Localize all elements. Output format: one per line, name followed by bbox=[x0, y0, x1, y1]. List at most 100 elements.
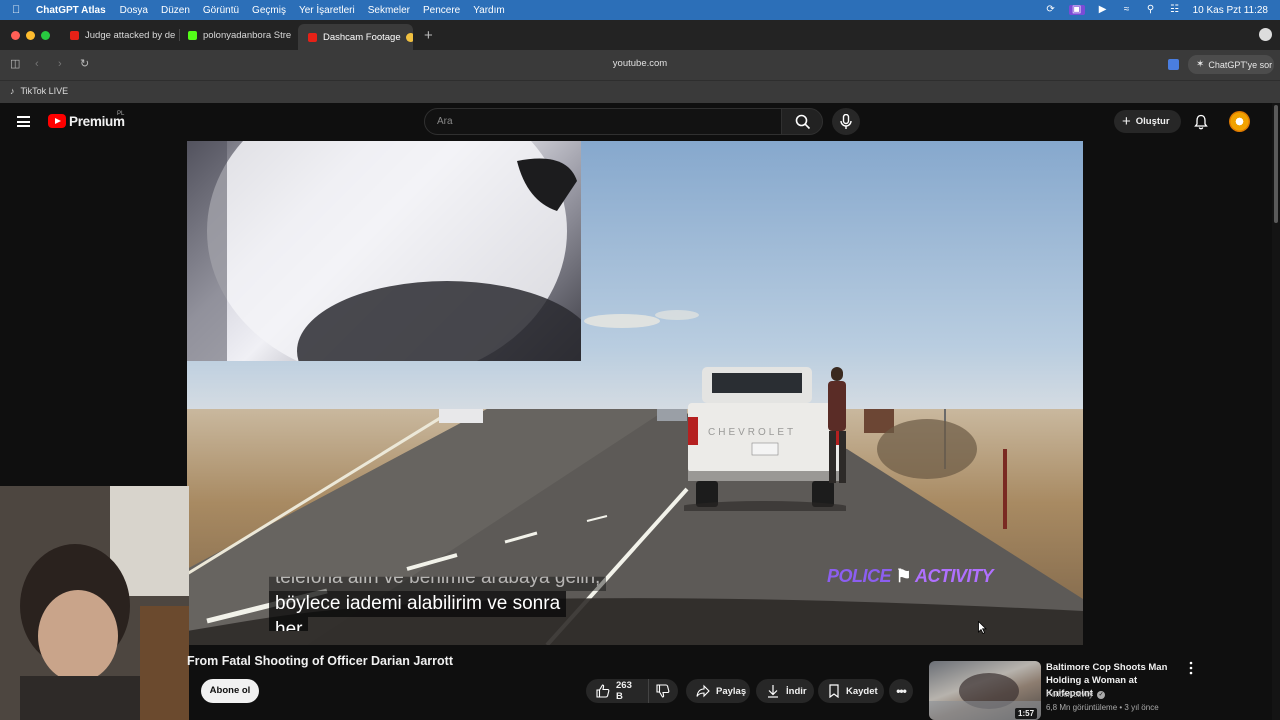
bodycam-frame bbox=[187, 141, 581, 361]
more-actions-button[interactable]: ••• bbox=[889, 679, 913, 703]
picture-in-picture-bodycam bbox=[187, 141, 581, 361]
video-subtitles: telefona alın ve benimle arabaya gelin, … bbox=[269, 565, 607, 631]
truck-brand-text: CHEVROLET bbox=[708, 427, 796, 438]
tiktok-icon: ♪ bbox=[10, 86, 15, 96]
menu-clock[interactable]: 10 Kas Pzt 11:28 bbox=[1193, 5, 1268, 16]
thumbs-down-icon bbox=[656, 684, 670, 698]
download-icon bbox=[768, 685, 778, 698]
menu-item-edit[interactable]: Düzen bbox=[161, 5, 190, 16]
tab-label: Judge attacked by de bbox=[85, 29, 176, 41]
save-button[interactable]: Kaydet bbox=[818, 679, 884, 703]
menu-item-help[interactable]: Yardım bbox=[473, 5, 505, 16]
menu-item-file[interactable]: Dosya bbox=[120, 5, 148, 16]
share-button[interactable]: Paylaş bbox=[686, 679, 750, 703]
wifi-icon[interactable]: ≈ bbox=[1121, 5, 1133, 15]
save-label: Kaydet bbox=[846, 685, 878, 697]
play-circle-icon[interactable]: ▶ bbox=[1097, 5, 1109, 15]
window-close-button[interactable] bbox=[11, 31, 20, 40]
back-icon[interactable]: ‹ bbox=[35, 59, 39, 70]
menu-app-name[interactable]: ChatGPT Atlas bbox=[36, 5, 106, 16]
bookmark-icon bbox=[829, 684, 839, 698]
menu-item-tabs[interactable]: Sekmeler bbox=[368, 5, 410, 16]
verified-check-icon: ✓ bbox=[1097, 690, 1106, 699]
menu-bar:  ChatGPT Atlas Dosya Düzen Görüntü Geçm… bbox=[0, 0, 1280, 20]
bookmarks-bar bbox=[0, 80, 1280, 103]
subtitle-line-2: böylece iademi alabilirim ve sonra bbox=[269, 591, 567, 617]
more-vertical-icon[interactable] bbox=[1187, 661, 1195, 675]
address-bar[interactable]: youtube.com bbox=[540, 58, 740, 69]
country-code: PL bbox=[117, 111, 125, 117]
chatgpt-icon: ✶ bbox=[1196, 59, 1205, 70]
sidebar-toggle-icon[interactable]: ◫ bbox=[10, 59, 20, 70]
video-title: From Fatal Shooting of Officer Darian Ja… bbox=[187, 654, 453, 668]
forward-icon[interactable]: › bbox=[58, 59, 62, 70]
ask-chatgpt-button[interactable]: ✶ ChatGPT'ye sor bbox=[1188, 55, 1274, 74]
video-duration-badge: 1:57 bbox=[1015, 708, 1038, 719]
dislike-button[interactable] bbox=[648, 679, 678, 703]
youtube-logo-icon[interactable] bbox=[48, 114, 66, 128]
tab-label: Dashcam Footage bbox=[323, 31, 401, 43]
youtube-favicon-icon bbox=[70, 30, 79, 40]
download-label: İndir bbox=[786, 685, 807, 697]
tab-label: polonyadanbora Stre bbox=[203, 29, 292, 41]
notifications-bell-icon[interactable] bbox=[1193, 114, 1209, 130]
video-player[interactable]: CHEVROLET telefona alın ve benimle araba… bbox=[187, 141, 1083, 645]
menu-item-bookmarks[interactable]: Yer İşaretleri bbox=[299, 5, 355, 16]
recommended-video-meta: 6,8 Mn görüntüleme • 3 yıl önce bbox=[1046, 703, 1159, 712]
youtube-favicon-icon bbox=[308, 32, 317, 42]
kick-favicon-icon bbox=[188, 30, 197, 40]
like-button[interactable]: 263 B bbox=[586, 679, 648, 703]
like-count: 263 B bbox=[616, 680, 632, 702]
window-minimize-button[interactable] bbox=[26, 31, 35, 40]
spotlight-search-icon[interactable]: ⚲ bbox=[1145, 5, 1157, 15]
translate-icon[interactable] bbox=[1168, 59, 1179, 70]
screen-share-icon[interactable]: ▣ bbox=[1068, 5, 1085, 15]
watermark-police: POLICE bbox=[827, 566, 892, 586]
video-truck: CHEVROLET bbox=[684, 367, 846, 511]
window-zoom-button[interactable] bbox=[41, 31, 50, 40]
create-label: Oluştur bbox=[1135, 116, 1170, 127]
voice-search-button[interactable] bbox=[832, 108, 860, 135]
create-button[interactable]: + Oluştur bbox=[1114, 110, 1181, 133]
video-officer bbox=[828, 367, 846, 483]
ask-chatgpt-label: ChatGPT'ye sor bbox=[1208, 59, 1273, 70]
channel-watermark: POLICE ⚑ ACTIVITY bbox=[827, 566, 994, 587]
microphone-icon bbox=[840, 114, 852, 129]
tab-judge-attacked[interactable]: Judge attacked by de bbox=[60, 24, 178, 46]
channel-name: PoliceActivity bbox=[1046, 690, 1094, 699]
download-button[interactable]: İndir bbox=[756, 679, 814, 703]
menu-icon[interactable] bbox=[17, 116, 30, 127]
recommended-channel[interactable]: PoliceActivity ✓ bbox=[1046, 690, 1106, 699]
thumbs-up-icon bbox=[596, 684, 610, 698]
profile-avatar[interactable] bbox=[1259, 28, 1272, 41]
audio-playing-icon[interactable] bbox=[405, 32, 413, 42]
share-label: Paylaş bbox=[716, 685, 747, 697]
bookmark-label: TikTok LIVE bbox=[20, 86, 69, 96]
tab-dashcam-footage[interactable]: Dashcam Footage bbox=[298, 24, 413, 50]
watermark-activity: ACTIVITY bbox=[915, 566, 994, 586]
tab-polonyadanbora[interactable]: polonyadanbora Stre bbox=[178, 24, 296, 46]
apple-icon[interactable]:  bbox=[12, 4, 26, 16]
share-icon bbox=[696, 684, 710, 698]
scrollbar-thumb[interactable] bbox=[1274, 105, 1278, 223]
mouse-cursor-icon bbox=[978, 621, 987, 634]
menu-item-window[interactable]: Pencere bbox=[423, 5, 460, 16]
account-avatar[interactable] bbox=[1229, 111, 1250, 132]
search-input[interactable]: Ara bbox=[424, 108, 782, 135]
reload-icon[interactable]: ↻ bbox=[80, 59, 89, 70]
control-center-icon[interactable]: ☷ bbox=[1169, 5, 1181, 15]
sync-icon[interactable]: ⟳ bbox=[1045, 5, 1057, 15]
video-clouds bbox=[584, 310, 699, 328]
search-button[interactable] bbox=[781, 108, 823, 135]
bookmark-tiktok-live[interactable]: ♪ TikTok LIVE bbox=[10, 86, 68, 96]
watermark-shield-icon: ⚑ bbox=[895, 566, 912, 586]
menu-item-view[interactable]: Görüntü bbox=[203, 5, 239, 16]
webcam-person bbox=[0, 486, 189, 720]
search-icon bbox=[795, 114, 811, 130]
subscribe-button[interactable]: Abone ol bbox=[201, 679, 259, 703]
subtitle-line-3: her bbox=[269, 617, 309, 631]
plus-icon: + bbox=[1122, 112, 1131, 130]
webcam-overlay bbox=[0, 486, 189, 720]
menu-item-history[interactable]: Geçmiş bbox=[252, 5, 286, 16]
new-tab-button[interactable]: + bbox=[424, 27, 433, 44]
